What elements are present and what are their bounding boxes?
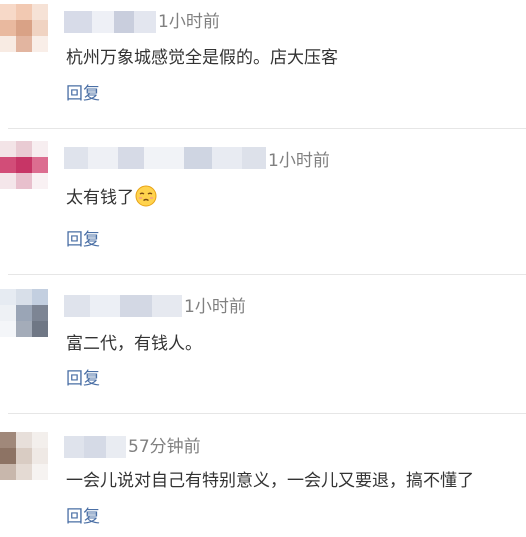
comment-timestamp: 1小时前 [184, 297, 246, 317]
avatar[interactable] [0, 141, 48, 189]
user-name-blurred[interactable] [64, 147, 266, 169]
comment-timestamp: 1小时前 [268, 151, 330, 171]
comment-timestamp: 57分钟前 [128, 437, 201, 457]
comment-item: 1小时前 太有钱了 回复 [0, 129, 526, 274]
pensive-face-emoji-icon [135, 185, 157, 207]
reply-button[interactable]: 回复 [66, 83, 100, 105]
comment-text-content: 太有钱了 [66, 188, 134, 208]
comment-text: 太有钱了 [66, 185, 157, 210]
comment-text: 一会儿说对自己有特别意义，一会儿又要退，搞不懂了 [66, 471, 474, 491]
comment-text: 富二代，有钱人。 [66, 334, 202, 354]
comment-text: 杭州万象城感觉全是假的。店大压客 [66, 48, 338, 68]
reply-button[interactable]: 回复 [66, 229, 100, 251]
user-name-blurred[interactable] [64, 11, 156, 33]
comment-item: 57分钟前 一会儿说对自己有特别意义，一会儿又要退，搞不懂了 回复 [0, 414, 526, 537]
user-name-blurred[interactable] [64, 295, 182, 317]
reply-button[interactable]: 回复 [66, 506, 100, 528]
user-name-blurred[interactable] [64, 436, 126, 458]
reply-button[interactable]: 回复 [66, 368, 100, 390]
avatar[interactable] [0, 4, 48, 52]
avatar[interactable] [0, 289, 48, 337]
comment-item: 1小时前 杭州万象城感觉全是假的。店大压客 回复 [0, 0, 526, 128]
comment-timestamp: 1小时前 [158, 12, 220, 32]
avatar[interactable] [0, 432, 48, 480]
comment-item: 1小时前 富二代，有钱人。 回复 [0, 275, 526, 413]
comment-feed: 1小时前 杭州万象城感觉全是假的。店大压客 回复 1小时前 太有钱了 回复 1小… [0, 0, 526, 537]
